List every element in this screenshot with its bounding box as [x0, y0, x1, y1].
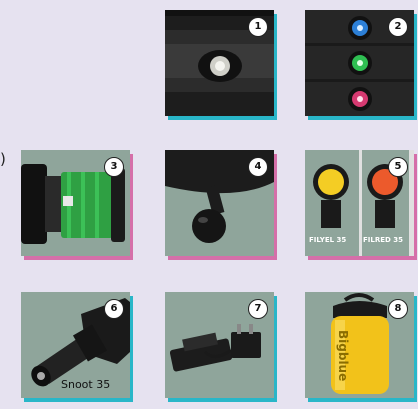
accessory-tile-2: 2: [305, 10, 417, 120]
tile-face: 4: [165, 150, 274, 256]
accessory-number-badge: 7: [248, 299, 268, 319]
accessory-number-badge: 1: [248, 17, 268, 37]
dry-bag-brand-label: Bigblue: [336, 330, 350, 382]
accessory-number-badge: 3: [104, 157, 124, 177]
tile-face: 2: [305, 10, 414, 116]
tile-face: 3: [21, 150, 130, 256]
accessory-tile-8: Bigblue 8: [305, 292, 417, 402]
tile-face: 7: [165, 292, 274, 398]
accessory-tile-5: FILYEL 35 FILRED 35 5: [305, 150, 417, 260]
accessory-number-badge: 2: [388, 17, 408, 37]
left-edge-fragment: ): [0, 150, 6, 168]
accessory-number-badge: 8: [388, 299, 408, 319]
accessory-tile-3: 3: [21, 150, 133, 260]
filter-yellow-label: FILYEL 35: [309, 236, 347, 244]
tile-face: FILYEL 35 FILRED 35 5: [305, 150, 414, 256]
accessory-tile-1: 1: [165, 10, 277, 120]
accessory-number-badge: 5: [388, 157, 408, 177]
accessory-tile-4: 4: [165, 150, 277, 260]
accessory-number-badge: 4: [248, 157, 268, 177]
accessory-tile-7: 7: [165, 292, 277, 402]
accessory-number-badge: 6: [104, 299, 124, 319]
tile-face: Bigblue 8: [305, 292, 414, 398]
tile-face: 1: [165, 10, 274, 116]
tile-face: Snoot 35 6: [21, 292, 130, 398]
snoot-label: Snoot 35: [61, 378, 111, 391]
accessory-tile-6: Snoot 35 6: [21, 292, 133, 402]
filter-red-label: FILRED 35: [363, 236, 404, 244]
